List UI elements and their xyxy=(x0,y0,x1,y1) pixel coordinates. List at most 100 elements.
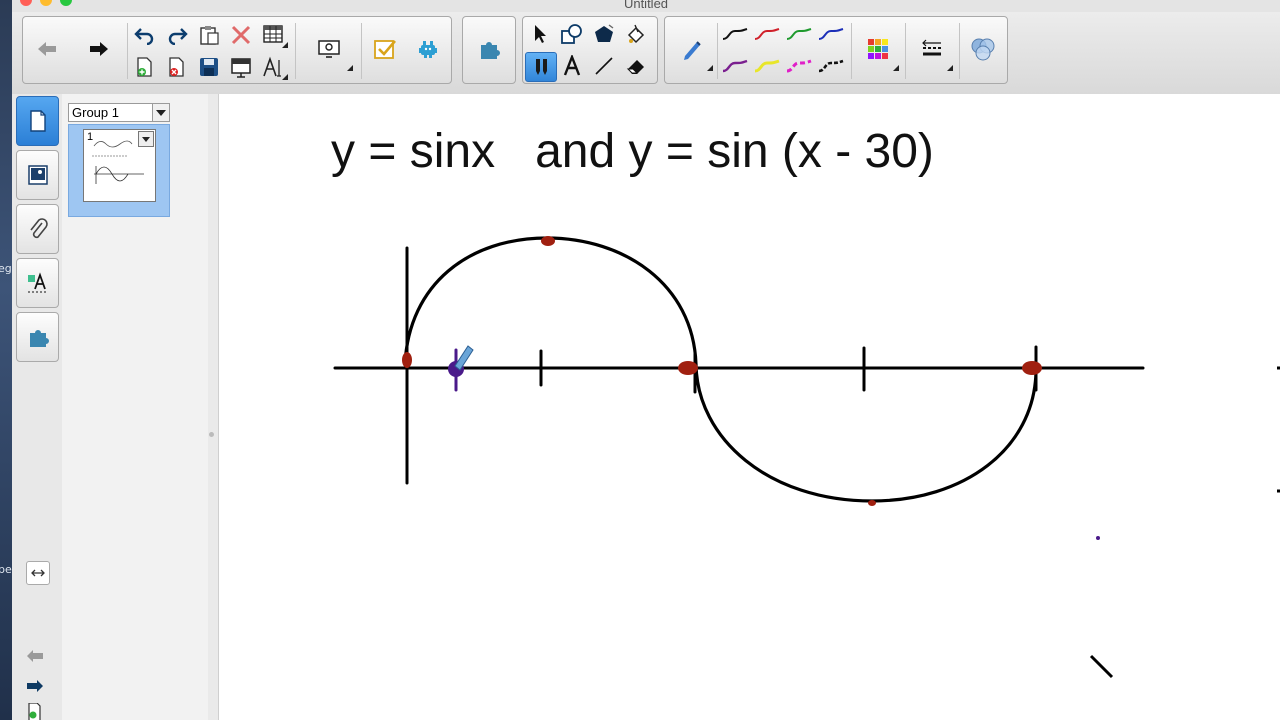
pen-stroke-blue-icon xyxy=(818,28,844,40)
tab-addons[interactable] xyxy=(16,312,59,362)
shapes-tool-button[interactable] xyxy=(557,20,587,48)
toolbar-group-tools xyxy=(522,16,658,84)
main-toolbar xyxy=(12,12,1280,95)
pen-preset-blue[interactable] xyxy=(815,21,847,49)
select-icon xyxy=(535,25,546,43)
color-palette-icon xyxy=(868,39,888,59)
properties-button[interactable] xyxy=(259,53,289,81)
response-icon xyxy=(374,40,396,59)
previous-page-button[interactable] xyxy=(24,646,46,666)
toolbar-group-navigation xyxy=(22,16,452,84)
swap-side-button[interactable] xyxy=(26,561,50,585)
thumbnail-preview xyxy=(92,140,144,184)
text-icon xyxy=(563,55,581,76)
page-thumbnail[interactable]: 1 xyxy=(83,129,156,202)
zero-dot xyxy=(1022,361,1042,375)
fill-icon xyxy=(627,24,645,44)
pen-button[interactable] xyxy=(669,25,715,73)
side-tab-bar xyxy=(12,94,63,720)
screen-shade-button[interactable] xyxy=(227,53,255,81)
forward-button[interactable] xyxy=(81,25,117,73)
fill-effects-button[interactable] xyxy=(963,25,1003,73)
pen-stroke-red-icon xyxy=(754,28,780,40)
redo-icon xyxy=(168,28,188,45)
redo-button[interactable] xyxy=(163,21,191,49)
polygon-tool-button[interactable] xyxy=(589,20,619,48)
line-style-button[interactable] xyxy=(909,25,955,73)
insert-table-button[interactable] xyxy=(259,21,289,49)
toolbar-group-extras xyxy=(462,16,516,84)
response-button[interactable] xyxy=(365,25,405,73)
desktop-label-fragment: eg xyxy=(0,262,12,275)
tab-attachments[interactable] xyxy=(16,204,59,254)
pen-stroke-green-icon xyxy=(786,28,812,40)
tab-properties[interactable] xyxy=(16,258,59,308)
pen-stroke-black-icon xyxy=(722,28,748,40)
pen-tool-icon xyxy=(536,59,547,75)
back-button[interactable] xyxy=(29,25,65,73)
gallery-icon xyxy=(27,165,48,185)
page-sorter-panel: Group 1 1 xyxy=(62,94,208,720)
delete-page-icon xyxy=(169,57,184,77)
pen-tool-button[interactable] xyxy=(525,52,557,82)
tab-page-sorter[interactable] xyxy=(16,96,59,146)
pen-cursor-icon xyxy=(454,345,474,371)
line-tool-button[interactable] xyxy=(589,52,619,80)
swap-side-icon xyxy=(31,569,45,577)
panel-splitter[interactable] xyxy=(208,94,219,720)
pen-preset-green[interactable] xyxy=(783,21,815,49)
save-button[interactable] xyxy=(195,53,223,81)
page-sorter-icon xyxy=(29,110,46,132)
polygon-icon xyxy=(595,24,614,42)
pen-preset-purple[interactable] xyxy=(719,53,751,81)
ink-dots xyxy=(402,236,1100,540)
pen-stroke-purple-icon xyxy=(722,59,748,73)
attachments-icon xyxy=(29,218,48,239)
zero-dot xyxy=(678,361,698,375)
next-page-button[interactable] xyxy=(24,676,46,696)
fill-effects-icon xyxy=(971,38,995,61)
page-thumbnail-selected[interactable]: 1 xyxy=(68,124,170,217)
addons-button[interactable] xyxy=(409,25,447,73)
sidebar-add-page-button[interactable] xyxy=(24,703,46,720)
display-button[interactable] xyxy=(301,25,357,73)
line-style-icon xyxy=(922,39,941,56)
lower-hump-stroke xyxy=(694,363,1038,503)
handwritten-drawing xyxy=(333,236,1280,679)
window-title: Untitled xyxy=(623,0,669,11)
properties-icon xyxy=(27,272,48,293)
delete-page-button[interactable] xyxy=(163,53,191,81)
fill-tool-button[interactable] xyxy=(621,20,651,48)
pen-stroke-yellow-icon xyxy=(754,59,780,73)
pen-preset-yellow[interactable] xyxy=(751,53,783,81)
tab-gallery[interactable] xyxy=(16,150,59,200)
group-dropdown-label: Group 1 xyxy=(72,105,119,120)
undo-button[interactable] xyxy=(131,21,159,49)
group-dropdown[interactable]: Group 1 xyxy=(68,103,170,122)
title-bar: Untitled xyxy=(12,0,1280,12)
pen-icon xyxy=(684,41,701,60)
forward-arrow-icon xyxy=(90,42,108,56)
select-tool-button[interactable] xyxy=(525,20,555,48)
whiteboard-canvas[interactable]: y = sinx and y = sin (x - 30) xyxy=(219,94,1280,720)
paste-icon xyxy=(200,26,219,45)
paste-button[interactable] xyxy=(195,21,223,49)
pen-stroke-black-dashed-icon xyxy=(818,59,844,73)
add-page-button[interactable] xyxy=(131,53,159,81)
addons-icon xyxy=(419,41,437,58)
text-tool-button[interactable] xyxy=(557,52,587,80)
color-palette-button[interactable] xyxy=(855,25,901,73)
pen-preset-magenta[interactable] xyxy=(783,53,815,81)
delete-button[interactable] xyxy=(227,21,255,49)
line-icon xyxy=(595,57,613,75)
eraser-tool-button[interactable] xyxy=(621,52,651,80)
trough-dot xyxy=(868,500,876,506)
pen-preset-black-dashed[interactable] xyxy=(815,53,847,81)
screen-shade-icon xyxy=(231,58,251,78)
peak-dot xyxy=(541,236,555,246)
puzzle-button[interactable] xyxy=(469,25,509,73)
add-page-icon xyxy=(28,703,41,720)
pen-preset-red[interactable] xyxy=(751,21,783,49)
toolbar-group-pens xyxy=(664,16,1008,84)
pen-preset-black[interactable] xyxy=(719,21,751,49)
